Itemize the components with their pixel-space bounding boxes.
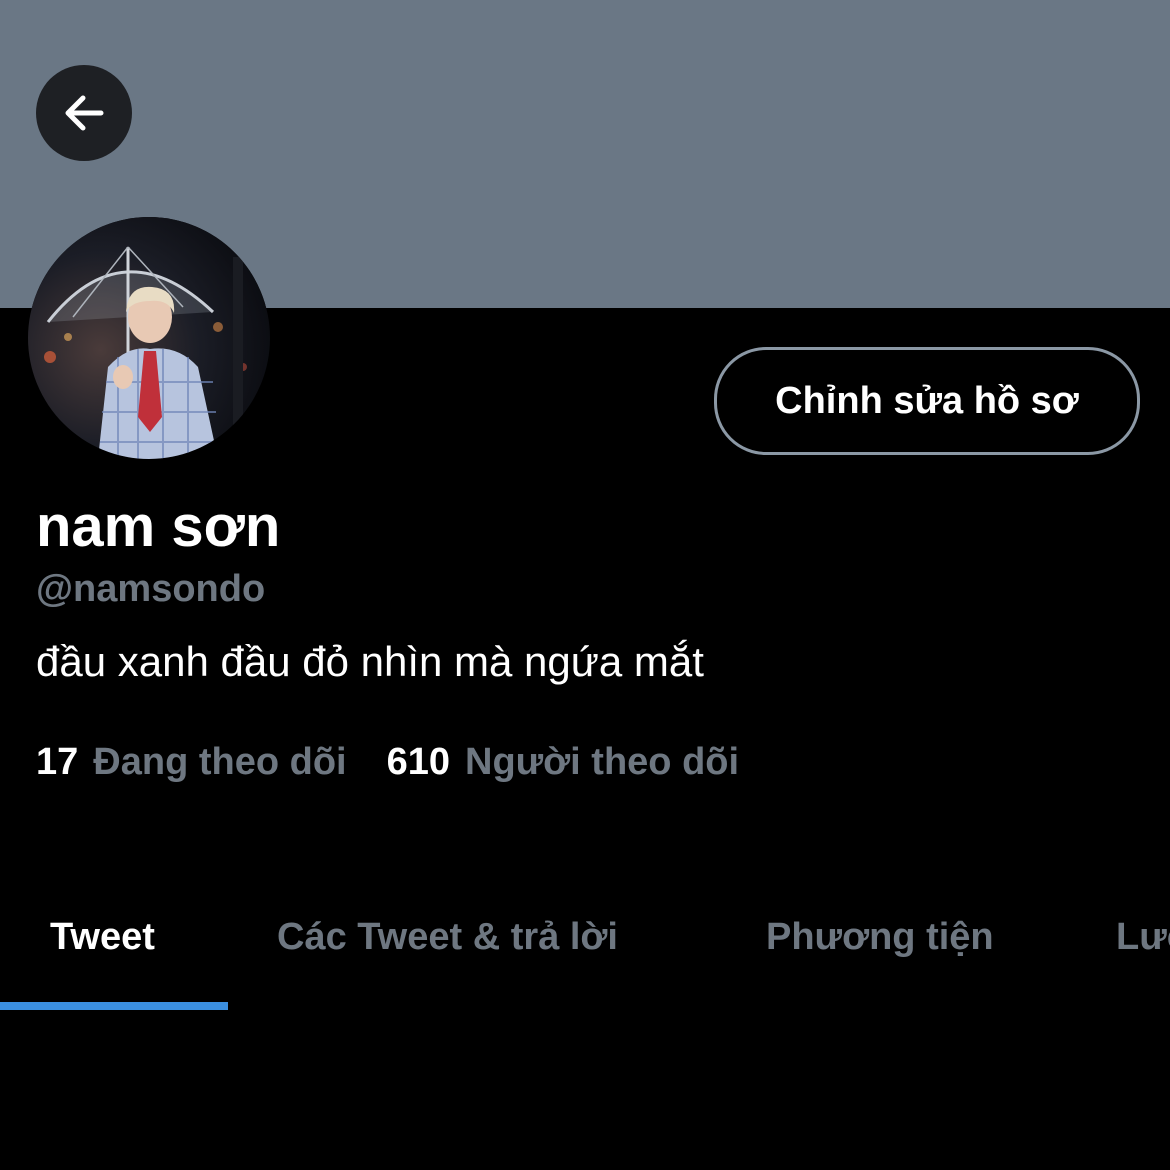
profile-page: Chỉnh sửa hồ sơ nam sơn @namsondo đầu xa… bbox=[0, 0, 1170, 1170]
arrow-left-icon bbox=[65, 95, 104, 131]
following-label: Đang theo dõi bbox=[93, 741, 347, 783]
back-button[interactable] bbox=[36, 65, 132, 161]
edit-profile-button[interactable]: Chỉnh sửa hồ sơ bbox=[714, 347, 1140, 455]
following-link[interactable]: 17 Đang theo dõi bbox=[36, 738, 347, 786]
display-name: nam sơn bbox=[36, 494, 281, 559]
tab-likes[interactable]: Lượt thích bbox=[1116, 900, 1170, 974]
follow-stats: 17 Đang theo dõi 610 Người theo dõi bbox=[36, 738, 739, 786]
tab-tweets-and-replies[interactable]: Các Tweet & trả lời bbox=[277, 900, 618, 974]
active-tab-indicator bbox=[0, 1002, 228, 1010]
followers-link[interactable]: 610 Người theo dõi bbox=[387, 738, 739, 786]
followers-label: Người theo dõi bbox=[465, 741, 740, 783]
tab-media[interactable]: Phương tiện bbox=[766, 900, 994, 974]
profile-tabs: Tweet Các Tweet & trả lời Phương tiện Lư… bbox=[0, 900, 1170, 1010]
followers-count: 610 bbox=[386, 741, 450, 783]
avatar[interactable] bbox=[28, 217, 270, 459]
username-handle: @namsondo bbox=[36, 568, 266, 610]
profile-bio: đầu xanh đầu đỏ nhìn mà ngứa mắt bbox=[36, 638, 704, 685]
tab-tweets[interactable]: Tweet bbox=[50, 900, 155, 974]
following-count: 17 bbox=[36, 741, 79, 783]
avatar-photo bbox=[28, 217, 270, 459]
